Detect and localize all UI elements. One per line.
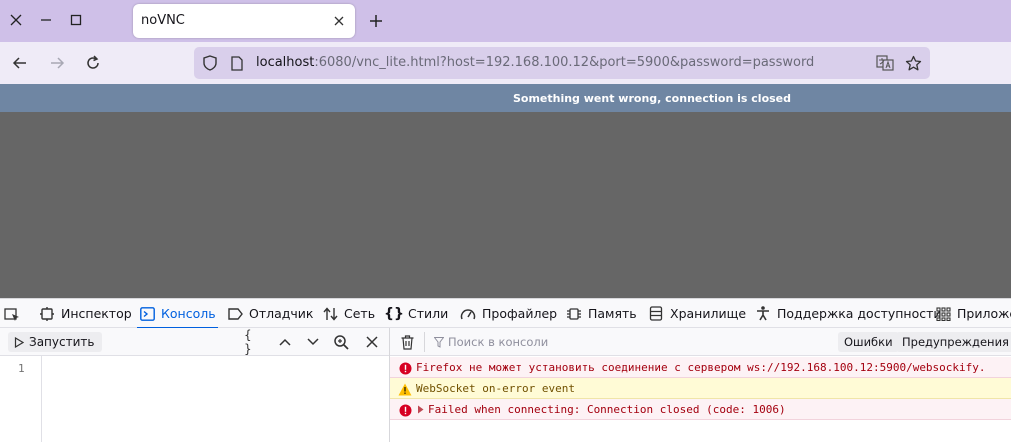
navigation-bar: localhost:6080/vnc_lite.html?host=192.16…	[0, 42, 1011, 84]
filter-warnings-button[interactable]: Предупреждения	[896, 332, 1011, 352]
translate-icon[interactable]	[876, 54, 894, 72]
tab-inspector[interactable]: Инспектор	[39, 299, 132, 328]
console-filter-input[interactable]	[448, 333, 808, 351]
tab-debugger[interactable]: Отладчик	[227, 299, 313, 328]
element-picker-icon[interactable]	[4, 299, 20, 328]
storage-icon	[648, 306, 664, 322]
error-icon	[398, 361, 412, 375]
maximize-window-icon[interactable]	[66, 10, 86, 30]
tab-network[interactable]: Сеть	[322, 299, 375, 328]
console-message-warning[interactable]: WebSocket on-error event	[390, 378, 1011, 399]
vnc-status-text: Something went wrong, connection is clos…	[512, 92, 792, 105]
tab-close-icon[interactable]	[331, 13, 347, 29]
console-message-text: Firefox не может установить соединение с…	[416, 361, 986, 374]
play-icon	[14, 336, 24, 348]
url-text: localhost:6080/vnc_lite.html?host=192.16…	[256, 55, 815, 70]
new-tab-icon[interactable]	[366, 11, 386, 31]
bookmark-star-icon[interactable]	[904, 54, 922, 72]
memory-icon	[566, 306, 582, 322]
filter-icon	[432, 335, 446, 349]
vnc-screen[interactable]	[0, 112, 1011, 298]
page-info-icon[interactable]	[228, 54, 246, 72]
editor-toolbar: Запустить { }	[0, 328, 389, 356]
back-arrow-icon[interactable]	[10, 53, 30, 73]
network-icon	[322, 306, 338, 322]
console-message-text: Failed when connecting: Connection close…	[428, 403, 786, 416]
warning-icon	[398, 382, 412, 396]
tab-storage[interactable]: Хранилище	[648, 299, 746, 328]
code-editor[interactable]	[43, 356, 389, 442]
toolbar-divider	[424, 332, 425, 352]
vnc-status-bar: Something went wrong, connection is clos…	[0, 84, 1011, 112]
console-message-error[interactable]: Firefox не может установить соединение с…	[390, 357, 1011, 378]
minimize-window-icon[interactable]	[36, 10, 56, 30]
reload-icon[interactable]	[83, 53, 103, 73]
line-number-gutter: 1	[0, 356, 42, 442]
chevron-down-icon[interactable]	[304, 333, 322, 351]
expand-arrow-icon[interactable]	[417, 403, 427, 415]
close-editor-icon[interactable]	[363, 333, 381, 351]
tab-console[interactable]: Консоль	[137, 299, 218, 329]
debugger-icon	[227, 306, 243, 322]
console-toolbar: Ошибки Предупреждения	[390, 328, 1011, 356]
reverse-search-icon[interactable]	[332, 333, 350, 351]
error-icon	[398, 403, 412, 417]
title-bar: noVNC	[0, 0, 1011, 42]
styles-icon: {}	[384, 305, 404, 322]
tab-memory[interactable]: Память	[566, 299, 637, 328]
console-editor-pane: Запустить { } 1	[0, 328, 390, 442]
inspector-icon	[39, 306, 55, 322]
console-message-text: WebSocket on-error event	[416, 382, 575, 395]
forward-arrow-icon[interactable]	[47, 53, 67, 73]
url-bar[interactable]: localhost:6080/vnc_lite.html?host=192.16…	[194, 47, 930, 79]
console-icon	[139, 306, 155, 322]
console-message-error[interactable]: Failed when connecting: Connection close…	[390, 399, 1011, 420]
pretty-print-button[interactable]: { }	[244, 328, 262, 356]
tab-accessibility[interactable]: Поддержка доступности	[755, 299, 942, 328]
profiler-icon	[460, 306, 476, 322]
close-window-icon[interactable]	[6, 10, 26, 30]
filter-errors-button[interactable]: Ошибки	[838, 332, 899, 352]
tracking-shield-icon[interactable]	[201, 54, 219, 72]
run-button[interactable]: Запустить	[8, 332, 103, 352]
trash-icon[interactable]	[398, 333, 416, 351]
tab-profiler[interactable]: Профайлер	[460, 299, 557, 328]
line-number: 1	[18, 362, 25, 375]
tab-title: noVNC	[141, 13, 185, 28]
chevron-up-icon[interactable]	[276, 333, 294, 351]
accessibility-icon	[755, 306, 771, 322]
tab-styles[interactable]: {} Стили	[384, 299, 448, 328]
devtools-toolbar: Инспектор Консоль Отладчик Сеть {} Стили…	[0, 298, 1011, 329]
tab-application[interactable]: Приложе	[935, 299, 1011, 328]
application-icon	[935, 306, 951, 322]
console-output-pane: Ошибки Предупреждения Firefox не может у…	[390, 328, 1011, 442]
browser-tab[interactable]: noVNC	[133, 4, 355, 38]
